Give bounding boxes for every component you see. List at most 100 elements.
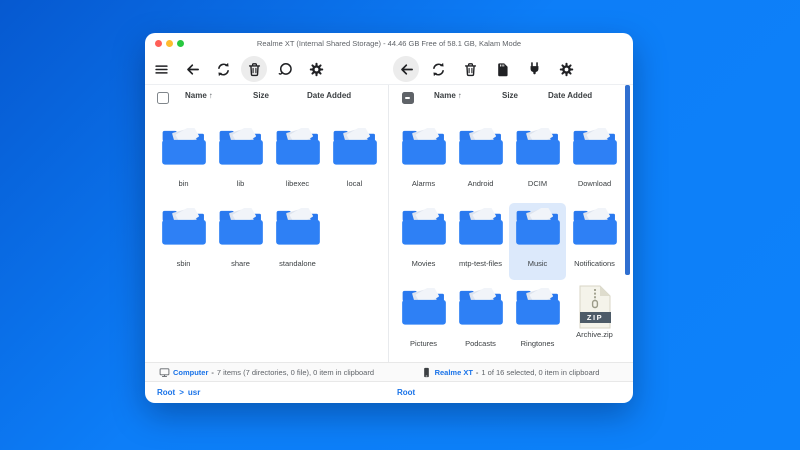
breadcrumb-root[interactable]: Root bbox=[397, 388, 415, 397]
folder-item-pictures[interactable]: Pictures bbox=[395, 283, 452, 360]
select-all-checkbox-indeterminate[interactable] bbox=[402, 92, 414, 104]
folder-label: libexec bbox=[269, 180, 326, 188]
folder-item-ringtones[interactable]: Ringtones bbox=[509, 283, 566, 360]
folder-item-mtp-test-files[interactable]: mtp-test-files bbox=[452, 203, 509, 280]
zip-badge: ZIP bbox=[580, 312, 611, 323]
folder-label: Pictures bbox=[395, 340, 452, 348]
name-column-label: Name bbox=[434, 91, 456, 100]
folder-icon bbox=[161, 208, 207, 246]
folder-item-local[interactable]: local bbox=[326, 123, 383, 200]
column-header-date-added[interactable]: Date Added bbox=[307, 91, 351, 100]
refresh-button-right[interactable] bbox=[425, 56, 451, 82]
folder-item-notifications[interactable]: Notifications bbox=[566, 203, 623, 280]
github-icon bbox=[278, 62, 293, 77]
sort-ascending-icon: ↑ bbox=[209, 91, 213, 100]
column-header-size[interactable]: Size bbox=[502, 91, 518, 100]
delete-button-right[interactable] bbox=[457, 56, 483, 82]
select-all-checkbox[interactable] bbox=[157, 92, 169, 104]
folder-label: bin bbox=[155, 180, 212, 188]
folder-label: Movies bbox=[395, 260, 452, 268]
folder-icon bbox=[275, 208, 321, 246]
file-item-archive-zip[interactable]: ZIP Archive.zip bbox=[566, 283, 623, 360]
right-location-link[interactable]: Realme XT bbox=[435, 368, 473, 377]
right-pane-toolbar bbox=[393, 54, 579, 84]
folder-icon bbox=[515, 288, 561, 326]
folder-icon bbox=[458, 288, 504, 326]
folder-label: mtp-test-files bbox=[452, 260, 509, 268]
settings-button[interactable] bbox=[303, 56, 329, 82]
menu-button[interactable] bbox=[148, 56, 174, 82]
pane-divider bbox=[388, 85, 389, 362]
folder-item-share[interactable]: share bbox=[212, 203, 269, 280]
right-pane-scrollbar[interactable] bbox=[625, 85, 630, 275]
storage-button[interactable] bbox=[489, 56, 515, 82]
folder-icon bbox=[275, 128, 321, 166]
folder-item-alarms[interactable]: Alarms bbox=[395, 123, 452, 200]
folder-icon bbox=[401, 288, 447, 326]
status-separator: - bbox=[211, 368, 214, 377]
back-button[interactable] bbox=[179, 56, 205, 82]
folder-icon bbox=[458, 208, 504, 246]
left-status-summary: 7 items (7 directories, 0 file), 0 item … bbox=[217, 368, 374, 377]
folder-item-standalone[interactable]: standalone bbox=[269, 203, 326, 280]
title-bar[interactable]: Realme XT (Internal Shared Storage) - 44… bbox=[145, 33, 633, 54]
folder-item-sbin[interactable]: sbin bbox=[155, 203, 212, 280]
column-header-name[interactable]: Name↑ bbox=[185, 91, 213, 100]
folder-item-music-selected[interactable]: Music bbox=[509, 203, 566, 280]
folder-item-dcim[interactable]: DCIM bbox=[509, 123, 566, 200]
traffic-lights bbox=[155, 40, 184, 47]
folder-label: local bbox=[326, 180, 383, 188]
breadcrumb-chevron-icon: > bbox=[179, 388, 184, 397]
folder-item-android[interactable]: Android bbox=[452, 123, 509, 200]
folder-item-podcasts[interactable]: Podcasts bbox=[452, 283, 509, 360]
gear-icon bbox=[559, 62, 574, 77]
menu-icon bbox=[154, 62, 169, 77]
close-button[interactable] bbox=[155, 40, 162, 47]
zoom-button[interactable] bbox=[177, 40, 184, 47]
minimize-button[interactable] bbox=[166, 40, 173, 47]
file-manager-window: Realme XT (Internal Shared Storage) - 44… bbox=[145, 33, 633, 403]
folder-item-download[interactable]: Download bbox=[566, 123, 623, 200]
zip-file-icon: ZIP bbox=[576, 285, 614, 329]
left-pane-header: Name↑ Size Date Added bbox=[145, 85, 388, 111]
folder-item-movies[interactable]: Movies bbox=[395, 203, 452, 280]
folder-icon bbox=[218, 208, 264, 246]
column-header-size[interactable]: Size bbox=[253, 91, 269, 100]
github-button[interactable] bbox=[272, 56, 298, 82]
delete-button[interactable] bbox=[241, 56, 267, 82]
connect-device-button[interactable] bbox=[521, 56, 547, 82]
refresh-button[interactable] bbox=[210, 56, 236, 82]
sort-ascending-icon: ↑ bbox=[458, 91, 462, 100]
folder-icon bbox=[572, 208, 618, 246]
column-header-date-added[interactable]: Date Added bbox=[548, 91, 592, 100]
folder-label: sbin bbox=[155, 260, 212, 268]
folder-icon bbox=[401, 208, 447, 246]
folder-label: Notifications bbox=[566, 260, 623, 268]
refresh-icon bbox=[216, 62, 231, 77]
folder-item-lib[interactable]: lib bbox=[212, 123, 269, 200]
column-header-name[interactable]: Name↑ bbox=[434, 91, 462, 100]
folder-item-bin[interactable]: bin bbox=[155, 123, 212, 200]
back-arrow-icon bbox=[185, 62, 200, 77]
trash-icon bbox=[247, 62, 262, 77]
trash-icon bbox=[463, 62, 478, 77]
back-button-right[interactable] bbox=[393, 56, 419, 82]
folder-item-libexec[interactable]: libexec bbox=[269, 123, 326, 200]
folder-label: Alarms bbox=[395, 180, 452, 188]
name-column-label: Name bbox=[185, 91, 207, 100]
breadcrumb-root[interactable]: Root bbox=[157, 388, 175, 397]
breadcrumb-usr[interactable]: usr bbox=[188, 388, 200, 397]
folder-label: lib bbox=[212, 180, 269, 188]
folder-icon bbox=[572, 128, 618, 166]
file-label: Archive.zip bbox=[566, 331, 623, 339]
left-breadcrumb: Root > usr bbox=[157, 381, 200, 403]
left-location-link[interactable]: Computer bbox=[173, 368, 208, 377]
phone-icon bbox=[421, 367, 432, 378]
gear-icon bbox=[309, 62, 324, 77]
settings-button-right[interactable] bbox=[553, 56, 579, 82]
status-separator: - bbox=[476, 368, 479, 377]
folder-label: DCIM bbox=[509, 180, 566, 188]
sd-card-icon bbox=[495, 62, 510, 77]
left-pane-status: Computer - 7 items (7 directories, 0 fil… bbox=[145, 363, 388, 381]
folder-label: Android bbox=[452, 180, 509, 188]
